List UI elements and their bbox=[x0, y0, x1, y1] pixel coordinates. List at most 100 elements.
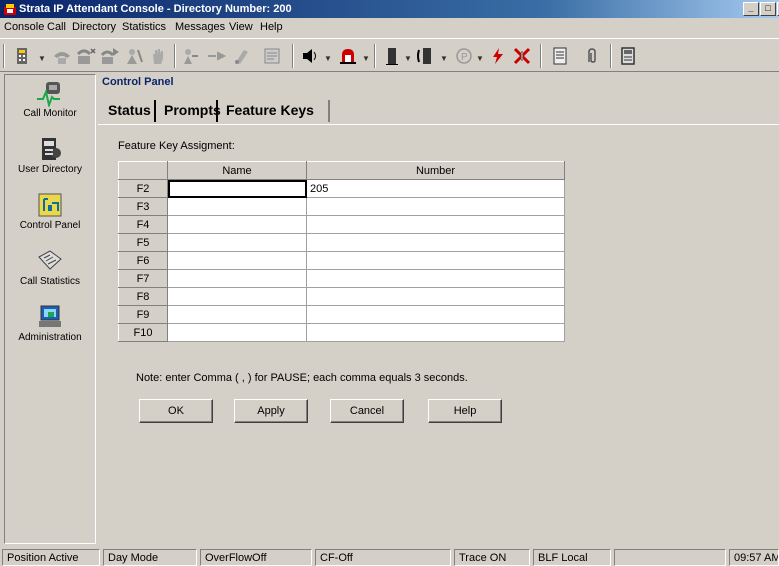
door-dropdown-icon[interactable]: ▼ bbox=[404, 54, 412, 63]
name-cell[interactable] bbox=[167, 305, 307, 324]
row-key-label: F6 bbox=[118, 251, 168, 270]
answer-icon[interactable] bbox=[52, 46, 72, 66]
status-position: Position Active bbox=[2, 549, 100, 566]
svg-text:P: P bbox=[461, 52, 468, 63]
name-cell[interactable] bbox=[167, 269, 307, 288]
row-key-label: F3 bbox=[118, 197, 168, 216]
number-cell[interactable] bbox=[306, 323, 565, 342]
sidebar-item-label: Administration bbox=[18, 332, 82, 343]
name-cell[interactable] bbox=[167, 179, 307, 198]
name-cell[interactable] bbox=[167, 233, 307, 252]
directory-icon[interactable] bbox=[618, 46, 638, 66]
hand-icon[interactable] bbox=[148, 46, 168, 66]
table-row: F4 bbox=[118, 215, 565, 234]
speed-dial-icon[interactable] bbox=[14, 46, 34, 66]
record-icon[interactable] bbox=[232, 46, 252, 66]
toolbar-separator bbox=[540, 44, 542, 68]
name-cell[interactable] bbox=[167, 197, 307, 216]
menu-call[interactable]: Call bbox=[47, 18, 66, 37]
door-open-dropdown-icon[interactable]: ▼ bbox=[440, 54, 448, 63]
call-monitor-icon bbox=[37, 82, 60, 107]
door-icon[interactable] bbox=[382, 46, 402, 66]
number-cell[interactable] bbox=[306, 215, 565, 234]
status-blf: BLF Local bbox=[533, 549, 611, 566]
toolbar: ▼ ▼ ▼ ▼ ▼ P ▼ bbox=[0, 38, 779, 72]
number-cell[interactable] bbox=[306, 305, 565, 324]
volume-icon[interactable] bbox=[300, 46, 320, 66]
toolbar-separator bbox=[174, 44, 176, 68]
menu-statistics[interactable]: Statistics bbox=[122, 18, 166, 37]
sidebar-item-administration[interactable]: Administration bbox=[5, 303, 95, 343]
status-trace: Trace ON bbox=[454, 549, 530, 566]
number-cell[interactable] bbox=[306, 251, 565, 270]
toolbar-separator bbox=[292, 44, 294, 68]
row-key-label: F4 bbox=[118, 215, 168, 234]
toolbar-grip bbox=[3, 44, 5, 68]
menu-bar: Console Call Directory Statistics Messag… bbox=[0, 18, 779, 37]
notes-icon[interactable] bbox=[262, 46, 282, 66]
door-open-icon[interactable] bbox=[416, 46, 436, 66]
name-cell[interactable] bbox=[167, 287, 307, 306]
name-cell[interactable] bbox=[167, 215, 307, 234]
camp-icon[interactable] bbox=[124, 46, 144, 66]
park-icon[interactable]: P bbox=[454, 46, 474, 66]
number-cell[interactable] bbox=[306, 197, 565, 216]
sidebar-item-call-statistics[interactable]: Call Statistics bbox=[5, 247, 95, 287]
flash-icon[interactable] bbox=[488, 46, 508, 66]
status-call-forward: CF-Off bbox=[315, 549, 451, 566]
menu-view[interactable]: View bbox=[229, 18, 253, 37]
row-key-label: F7 bbox=[118, 269, 168, 288]
cancel-button[interactable]: Cancel bbox=[330, 399, 404, 423]
feature-key-table: Name Number F2 205 F3 F4 F5 F6 F7 F8 F9 … bbox=[118, 161, 565, 342]
forward-icon[interactable] bbox=[180, 46, 200, 66]
ok-button[interactable]: OK bbox=[139, 399, 213, 423]
minimize-button[interactable]: _ bbox=[743, 2, 759, 16]
table-row: F8 bbox=[118, 287, 565, 306]
toolbar-separator bbox=[610, 44, 612, 68]
menu-directory[interactable]: Directory bbox=[72, 18, 116, 37]
speed-dial-dropdown-icon[interactable]: ▼ bbox=[38, 54, 46, 63]
alarm-icon[interactable] bbox=[338, 46, 358, 66]
tab-feature-keys[interactable]: Feature Keys bbox=[220, 98, 320, 124]
table-corner-cell bbox=[118, 161, 168, 180]
sidebar-item-user-directory[interactable]: User Directory bbox=[5, 135, 95, 175]
administration-icon bbox=[39, 305, 61, 327]
sidebar-item-label: Call Statistics bbox=[19, 276, 80, 287]
conference-icon[interactable] bbox=[206, 46, 226, 66]
clip-icon[interactable] bbox=[582, 46, 602, 66]
hold-call-icon[interactable] bbox=[76, 46, 96, 66]
pause-note: Note: enter Comma ( , ) for PAUSE; each … bbox=[136, 372, 468, 384]
status-overflow: OverFlowOff bbox=[200, 549, 312, 566]
table-row: F5 bbox=[118, 233, 565, 252]
sidebar-item-control-panel[interactable]: Control Panel bbox=[5, 191, 95, 231]
maximize-button[interactable]: □ bbox=[760, 2, 776, 16]
title-bar: Strata IP Attendant Console - Directory … bbox=[0, 0, 779, 18]
number-cell[interactable] bbox=[306, 269, 565, 288]
tab-separator bbox=[328, 100, 330, 122]
number-cell[interactable] bbox=[306, 287, 565, 306]
row-key-label: F10 bbox=[118, 323, 168, 342]
volume-dropdown-icon[interactable]: ▼ bbox=[324, 54, 332, 63]
number-cell[interactable]: 205 bbox=[306, 179, 565, 198]
tab-status[interactable]: Status bbox=[102, 98, 157, 124]
park-dropdown-icon[interactable]: ▼ bbox=[476, 54, 484, 63]
transfer-icon[interactable] bbox=[100, 46, 120, 66]
phone-app-icon bbox=[4, 4, 16, 15]
column-header-name: Name bbox=[167, 161, 307, 180]
release-icon[interactable] bbox=[512, 46, 532, 66]
row-key-label: F2 bbox=[118, 179, 168, 198]
sidebar-item-call-monitor[interactable]: Call Monitor bbox=[5, 79, 95, 119]
notebook-icon[interactable] bbox=[550, 46, 570, 66]
alarm-dropdown-icon[interactable]: ▼ bbox=[362, 54, 370, 63]
user-directory-icon bbox=[42, 138, 61, 160]
apply-button[interactable]: Apply bbox=[234, 399, 308, 423]
number-cell[interactable] bbox=[306, 233, 565, 252]
menu-help[interactable]: Help bbox=[260, 18, 283, 37]
name-cell[interactable] bbox=[167, 251, 307, 270]
menu-console[interactable]: Console bbox=[4, 18, 44, 37]
help-button[interactable]: Help bbox=[428, 399, 502, 423]
window-title: Strata IP Attendant Console - Directory … bbox=[19, 3, 292, 15]
name-cell[interactable] bbox=[167, 323, 307, 342]
status-day-mode: Day Mode bbox=[103, 549, 197, 566]
menu-messages[interactable]: Messages bbox=[175, 18, 225, 37]
